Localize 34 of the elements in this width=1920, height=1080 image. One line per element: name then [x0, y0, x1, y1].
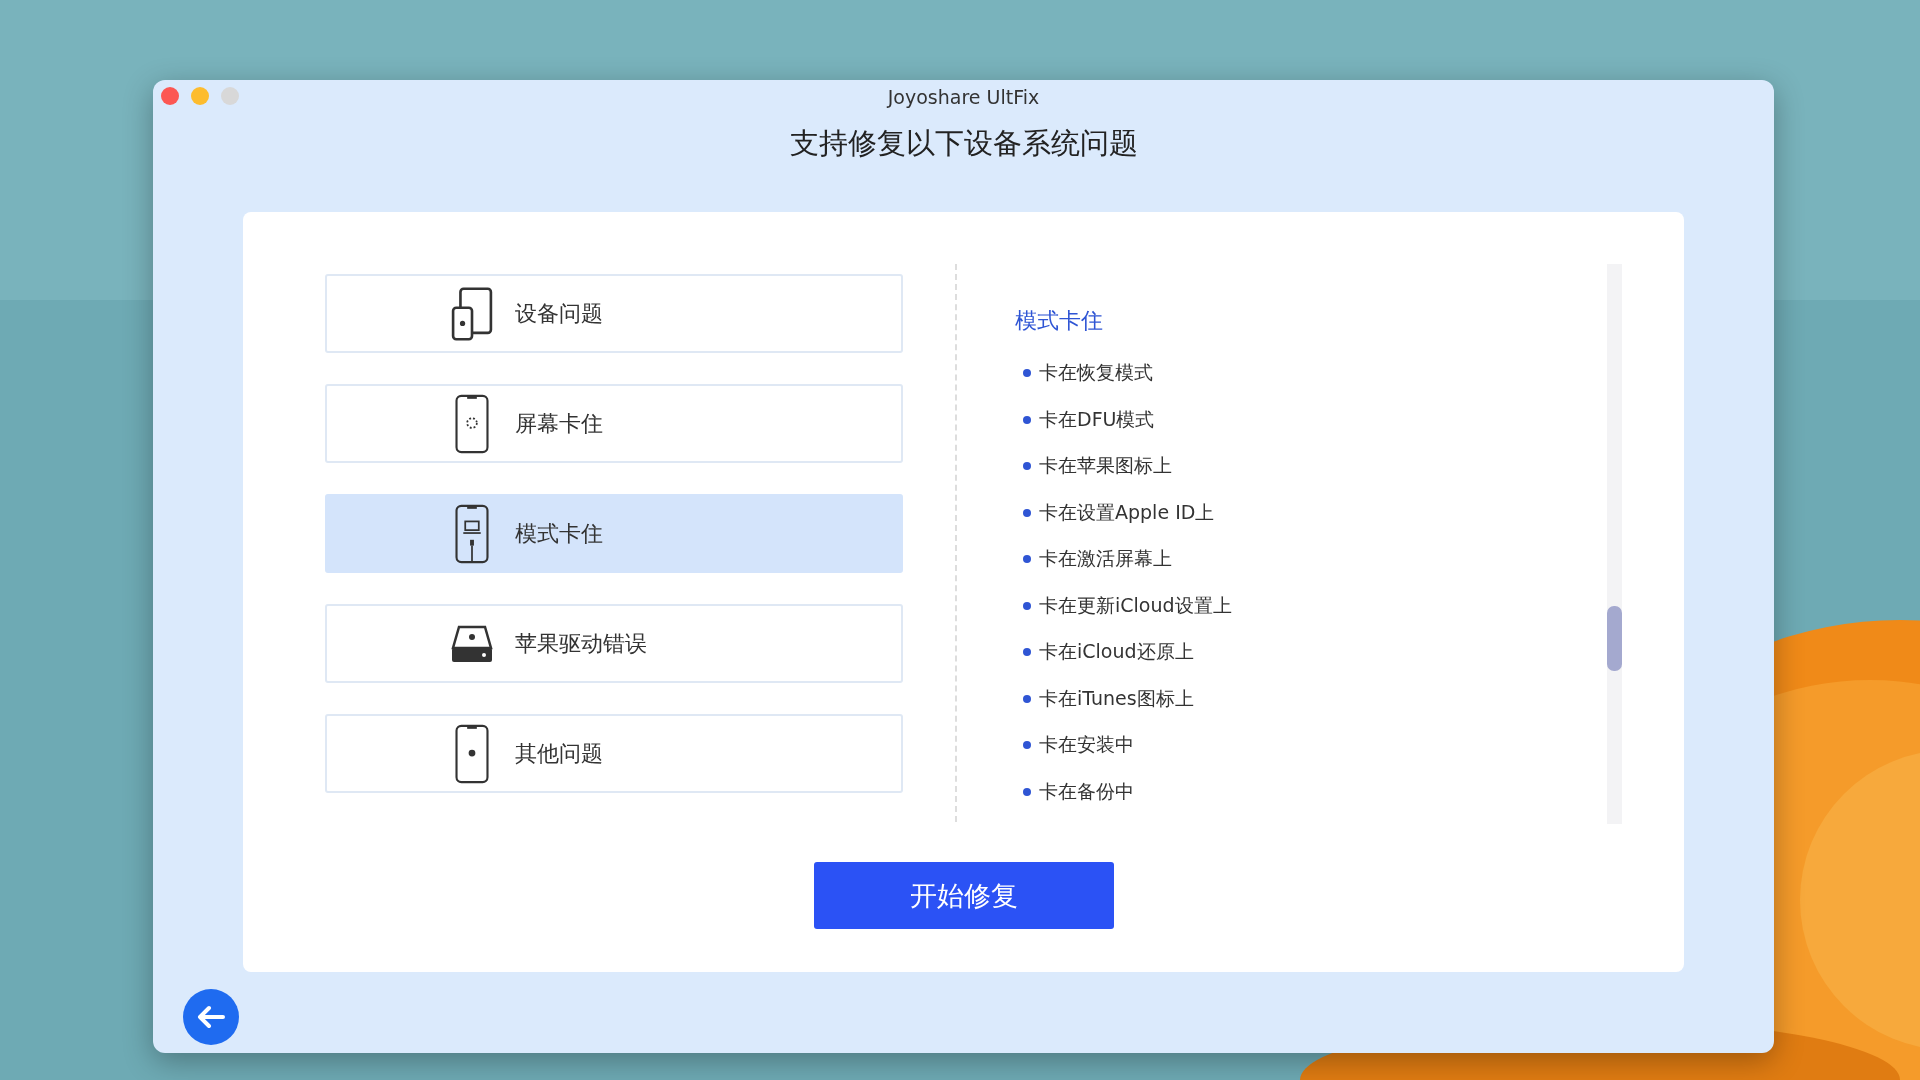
bullet-icon	[1023, 741, 1031, 750]
close-button[interactable]	[161, 87, 179, 105]
issue-item: 卡在iTunes图标上	[1039, 685, 1194, 711]
bullet-icon	[1023, 601, 1031, 610]
zoom-button[interactable]	[221, 87, 239, 105]
bullet-icon	[1023, 508, 1031, 517]
bullet-icon	[1023, 787, 1031, 796]
category-button[interactable]: 模式卡住	[325, 494, 903, 573]
issue-item: 卡在恢复模式	[1039, 360, 1153, 386]
bullet-icon	[1023, 694, 1031, 703]
bullet-icon	[1023, 648, 1031, 657]
category-button[interactable]: 设备问题	[325, 274, 903, 353]
scrollbar[interactable]	[1607, 264, 1622, 824]
page-heading: 支持修复以下设备系统问题	[789, 125, 1138, 162]
category-button[interactable]: 苹果驱动错误	[325, 604, 903, 683]
section-title: 模式卡住	[1015, 307, 1104, 335]
start-button[interactable]: 开始修复	[813, 862, 1114, 929]
issue-item: 卡在iCloud还原上	[1039, 639, 1194, 665]
bullet-icon	[1023, 462, 1031, 471]
minimize-button[interactable]	[191, 87, 209, 105]
bullet-icon	[1023, 555, 1031, 564]
category-button[interactable]: 其他问题	[325, 714, 903, 793]
back-button[interactable]	[183, 989, 239, 1045]
category-button[interactable]: 屏幕卡住	[325, 384, 903, 463]
bullet-icon	[1023, 415, 1031, 424]
issue-item: 卡在苹果图标上	[1039, 453, 1172, 479]
issue-item: 卡在激活屏幕上	[1039, 546, 1172, 572]
issue-item: 卡在DFU模式	[1039, 406, 1155, 432]
window-title: Joyoshare UltFix	[887, 86, 1040, 108]
issue-item: 卡在设置Apple ID上	[1039, 499, 1215, 525]
issue-item: 卡在更新iCloud设置上	[1039, 592, 1232, 618]
bullet-icon	[1023, 369, 1031, 378]
issue-item: 卡在安装中	[1039, 732, 1134, 758]
issue-item: 卡在备份中	[1039, 778, 1134, 804]
